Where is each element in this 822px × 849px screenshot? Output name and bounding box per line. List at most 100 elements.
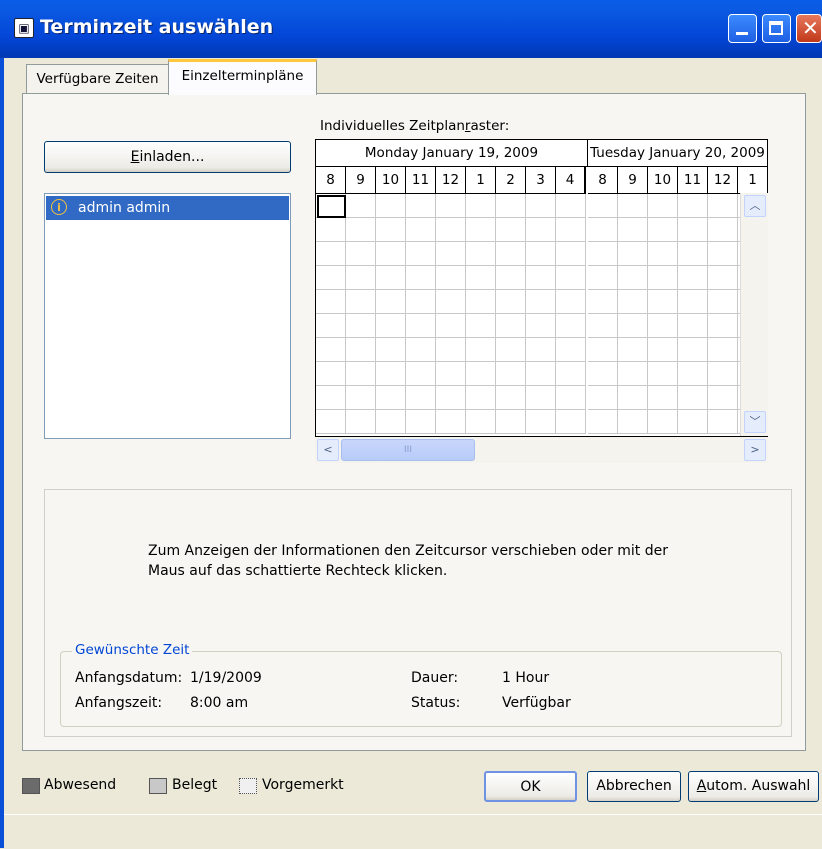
grid-cell[interactable]	[436, 218, 466, 242]
grid-cell[interactable]	[708, 314, 738, 338]
grid-cell[interactable]	[436, 410, 466, 434]
grid-cell[interactable]	[316, 266, 346, 290]
grid-cell[interactable]	[708, 410, 738, 434]
grid-cell[interactable]	[346, 410, 376, 434]
grid-cell[interactable]	[648, 194, 678, 218]
grid-cell[interactable]	[466, 194, 496, 218]
grid-cell[interactable]	[496, 266, 526, 290]
grid-cell[interactable]	[466, 314, 496, 338]
grid-cell[interactable]	[618, 242, 648, 266]
grid-cell[interactable]	[406, 362, 436, 386]
grid-cell[interactable]	[556, 218, 586, 242]
grid-cell[interactable]	[406, 338, 436, 362]
grid-cell[interactable]	[526, 338, 556, 362]
grid-cell[interactable]	[588, 194, 618, 218]
grid-cell[interactable]	[466, 290, 496, 314]
grid-cell[interactable]	[466, 218, 496, 242]
grid-cell[interactable]	[406, 410, 436, 434]
grid-cell[interactable]	[618, 386, 648, 410]
grid-cell[interactable]	[618, 362, 648, 386]
grid-cell[interactable]	[678, 266, 708, 290]
list-item[interactable]: i admin admin	[46, 196, 289, 220]
horizontal-scrollbar[interactable]: < III >	[315, 437, 768, 463]
grid-cell[interactable]	[406, 266, 436, 290]
grid-cell[interactable]	[316, 410, 346, 434]
grid-cell[interactable]	[346, 266, 376, 290]
grid-cell[interactable]	[708, 290, 738, 314]
grid-cell[interactable]	[588, 386, 618, 410]
scroll-right-button[interactable]: >	[744, 439, 766, 461]
grid-cell[interactable]	[346, 194, 376, 218]
minimize-button[interactable]	[728, 14, 757, 43]
grid-cell[interactable]	[466, 242, 496, 266]
grid-cell[interactable]	[376, 338, 406, 362]
grid-cell[interactable]	[496, 218, 526, 242]
grid-cell[interactable]	[346, 386, 376, 410]
grid-cell[interactable]	[376, 314, 406, 338]
grid-cell[interactable]	[648, 338, 678, 362]
scroll-up-button[interactable]: ︿	[744, 195, 766, 217]
grid-cell[interactable]	[466, 266, 496, 290]
grid-cell[interactable]	[406, 194, 436, 218]
grid-cell[interactable]	[376, 410, 406, 434]
grid-cell[interactable]	[316, 218, 346, 242]
grid-cell[interactable]	[588, 266, 618, 290]
cancel-button[interactable]: Abbrechen	[587, 771, 681, 802]
grid-cell[interactable]	[316, 242, 346, 266]
grid-cell[interactable]	[376, 242, 406, 266]
grid-cell[interactable]	[406, 242, 436, 266]
grid-cell[interactable]	[466, 362, 496, 386]
grid-cell[interactable]	[708, 218, 738, 242]
grid-cell[interactable]	[648, 386, 678, 410]
grid-cell[interactable]	[346, 338, 376, 362]
grid-cell[interactable]	[588, 290, 618, 314]
grid-cell[interactable]	[648, 362, 678, 386]
attendee-list[interactable]: i admin admin	[44, 193, 291, 439]
grid-cell[interactable]	[618, 194, 648, 218]
grid-cell[interactable]	[556, 266, 586, 290]
grid-cell[interactable]	[618, 218, 648, 242]
scroll-thumb[interactable]: III	[341, 439, 475, 461]
grid-cell[interactable]	[588, 362, 618, 386]
grid-cell[interactable]	[556, 194, 586, 218]
grid-cell[interactable]	[346, 218, 376, 242]
grid-cell[interactable]	[708, 362, 738, 386]
grid-cell[interactable]	[316, 290, 346, 314]
grid-cell[interactable]	[376, 194, 406, 218]
grid-cell[interactable]	[316, 338, 346, 362]
grid-cell[interactable]	[678, 362, 708, 386]
close-button[interactable]: ✕	[796, 14, 822, 43]
grid-cell[interactable]	[678, 338, 708, 362]
grid-cell[interactable]	[436, 386, 466, 410]
grid-cell[interactable]	[526, 314, 556, 338]
grid-cell[interactable]	[678, 194, 708, 218]
grid-cell[interactable]	[496, 314, 526, 338]
grid-cell[interactable]	[346, 290, 376, 314]
grid-cell[interactable]	[526, 290, 556, 314]
vertical-scrollbar[interactable]: ︿ ﹀	[740, 193, 768, 436]
grid-cell[interactable]	[316, 386, 346, 410]
grid-cell[interactable]	[588, 410, 618, 434]
grid-cell[interactable]	[678, 242, 708, 266]
grid-cell[interactable]	[678, 218, 708, 242]
grid-cell[interactable]	[556, 362, 586, 386]
grid-cell[interactable]	[346, 242, 376, 266]
time-cursor[interactable]	[317, 195, 346, 218]
grid-cell[interactable]	[588, 338, 618, 362]
grid-cell[interactable]	[618, 338, 648, 362]
grid-cell[interactable]	[436, 314, 466, 338]
grid-cell[interactable]	[708, 242, 738, 266]
grid-cell[interactable]	[708, 194, 738, 218]
grid-cell[interactable]	[436, 194, 466, 218]
grid-cell[interactable]	[556, 386, 586, 410]
grid-cell[interactable]	[436, 290, 466, 314]
grid-cell[interactable]	[618, 290, 648, 314]
grid-cell[interactable]	[496, 290, 526, 314]
grid-cell[interactable]	[406, 314, 436, 338]
grid-cell[interactable]	[648, 410, 678, 434]
grid-cell[interactable]	[526, 218, 556, 242]
grid-cell[interactable]	[588, 314, 618, 338]
grid-cell[interactable]	[678, 410, 708, 434]
grid-cell[interactable]	[648, 218, 678, 242]
grid-cell[interactable]	[496, 362, 526, 386]
